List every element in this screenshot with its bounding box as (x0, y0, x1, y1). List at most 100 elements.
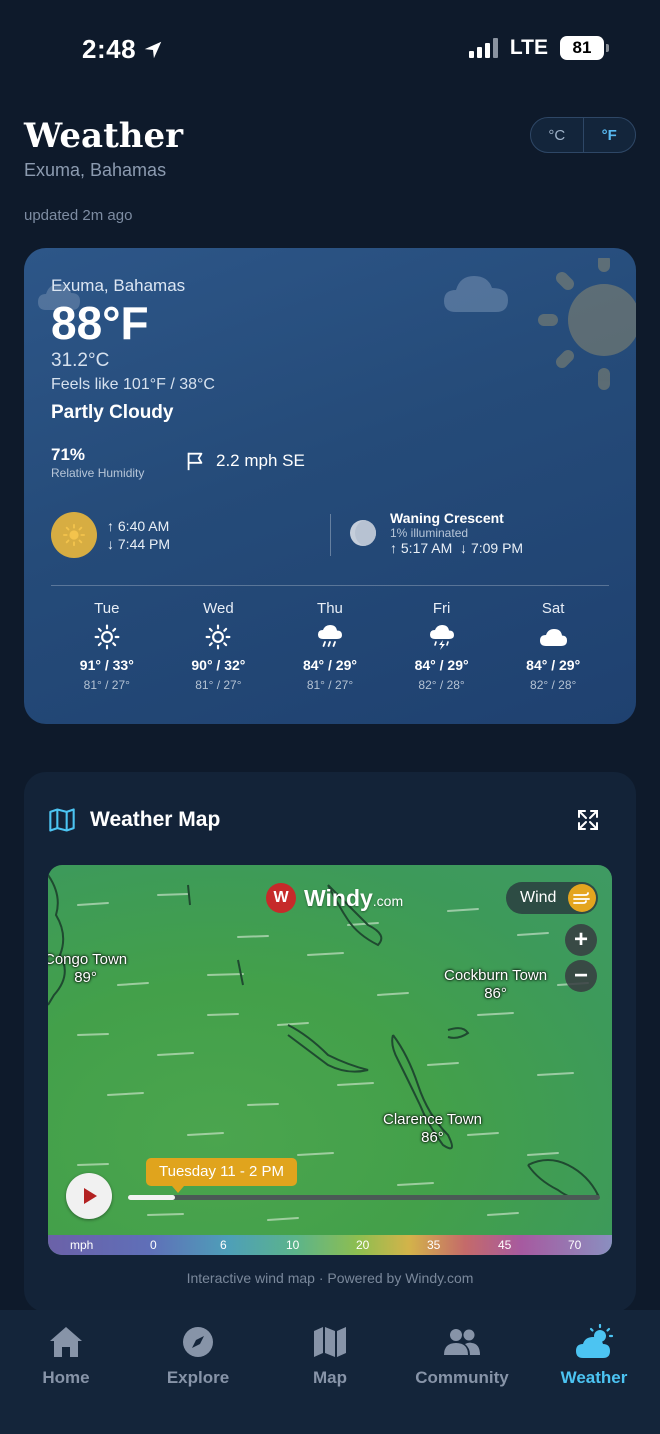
tab-label: Map (313, 1368, 347, 1387)
tab-explore[interactable]: Explore (132, 1310, 264, 1434)
moonset-arrow-icon: ↓ (456, 540, 471, 556)
place-temp: 89° (74, 969, 97, 986)
place-name: Clarence Town (383, 1111, 482, 1128)
rain-cloud-icon (317, 625, 342, 647)
page-subtitle: Exuma, Bahamas (24, 160, 167, 180)
current-temp-f: 88°F (51, 297, 149, 349)
wind-speed-scale: mph 0 6 10 20 35 45 70 (48, 1235, 612, 1255)
tab-weather[interactable]: Weather (528, 1310, 660, 1434)
forecast-low: 81° / 27° (195, 678, 242, 692)
page-title: Weather (24, 116, 184, 156)
moonrise-time: 5:17 AM (400, 540, 453, 556)
forecast-day[interactable]: Sat 84° / 29° 82° / 28° (497, 600, 609, 692)
network-type: LTE (509, 36, 548, 59)
current-location: Exuma, Bahamas (51, 276, 186, 295)
divider (330, 514, 331, 556)
windy-logo-icon: W (266, 883, 296, 913)
sun-glyph-icon (63, 524, 85, 546)
tab-community[interactable]: Community (396, 1310, 528, 1434)
current-temp-c: 31.2°C (51, 350, 110, 371)
zoom-in-button[interactable]: + (565, 924, 597, 956)
wind-layer-button[interactable]: Wind (506, 882, 598, 914)
forecast-high: 90° / 32° (191, 657, 246, 673)
unit-celsius-button[interactable]: °C (531, 118, 584, 152)
unit-toggle[interactable]: °C °F (530, 117, 636, 153)
tab-label: Explore (166, 1368, 230, 1387)
home-icon (50, 1327, 82, 1357)
forecast-day[interactable]: Fri 84° / 29° 82° / 28° (386, 600, 498, 692)
scale-tick: 35 (427, 1238, 441, 1252)
status-bar: 2:48 LTE 81 (0, 0, 660, 100)
tab-map[interactable]: Map (264, 1310, 396, 1434)
moon-phase: Waning Crescent (390, 510, 504, 526)
signal-icon (468, 38, 498, 58)
sun-icon (205, 624, 231, 650)
tab-home[interactable]: Home (0, 1310, 132, 1434)
scale-tick: 0 (150, 1238, 157, 1252)
decorative-sun-icon (538, 258, 636, 390)
weather-map-header: Weather Map (48, 806, 220, 834)
wind-layer-icon (568, 884, 596, 912)
forecast-day-name: Thu (317, 600, 343, 617)
map-place-label: Cockburn Town 86° (444, 967, 547, 1003)
place-temp: 86° (484, 985, 507, 1002)
forecast-day[interactable]: Tue 91° / 33° 81° / 27° (51, 600, 163, 692)
moonrise-arrow-icon: ↑ (390, 540, 401, 556)
expand-icon[interactable] (576, 808, 600, 832)
moon-info: Waning Crescent 1% illuminated ↑ 5:17 AM… (350, 510, 523, 556)
weather-icon (576, 1324, 614, 1358)
tab-bar: Home Explore Map Community Weather (0, 1310, 660, 1434)
divider (51, 585, 609, 586)
forecast-high: 84° / 29° (302, 657, 357, 673)
zoom-out-button[interactable]: − (565, 960, 597, 992)
sunrise-sunset: ↑ 6:40 AM ↓ 7:44 PM (107, 517, 170, 553)
play-button[interactable] (66, 1173, 112, 1219)
forecast-day-name: Sat (541, 600, 565, 617)
current-condition: Partly Cloudy (51, 402, 174, 423)
forecast-low: 81° / 27° (83, 678, 130, 692)
current-weather-card: Exuma, Bahamas 88°F 31.2°C Feels like 10… (24, 248, 636, 724)
moon-times: ↑ 5:17 AM ↓ 7:09 PM (390, 540, 523, 556)
windy-brand-suffix: .com (372, 892, 404, 909)
windy-brand: W Windy.com (266, 883, 403, 913)
sunset-time: 7:44 PM (117, 536, 171, 552)
scale-tick: 10 (286, 1238, 300, 1252)
tab-label: Weather (560, 1368, 628, 1387)
scale-tick: 6 (220, 1238, 227, 1252)
forecast-day[interactable]: Wed 90° / 32° 81° / 27° (163, 600, 275, 692)
wind-layer-label: Wind (520, 889, 557, 906)
wind-info: 2.2 mph SE (184, 450, 305, 472)
weather-map-title: Weather Map (90, 808, 221, 831)
timeline-progress (128, 1195, 176, 1200)
flag-icon (187, 452, 203, 471)
sun-times: ↑ 6:40 AM ↓ 7:44 PM (51, 512, 170, 558)
play-icon (84, 1188, 97, 1204)
wind-map[interactable]: W Windy.com Wind + − Congo Town 89° Cock… (48, 865, 612, 1255)
decorative-cloud-icon (444, 276, 508, 312)
forecast-row: Tue 91° / 33° 81° / 27° Wed 90° / 32° 81… (51, 600, 609, 692)
forecast-day[interactable]: Thu 84° / 29° 81° / 27° (274, 600, 386, 692)
timeline-slider[interactable] (128, 1195, 600, 1200)
forecast-day-name: Wed (203, 600, 234, 617)
unit-fahrenheit-button[interactable]: °F (584, 118, 636, 152)
map-place-label: Clarence Town 86° (383, 1111, 482, 1147)
cloud-icon (540, 629, 568, 646)
scale-unit: mph (70, 1238, 94, 1252)
windy-brand-name: Windy (304, 884, 373, 911)
scale-tick: 70 (568, 1238, 582, 1252)
moon-icon (350, 520, 376, 546)
forecast-high: 84° / 29° (526, 657, 581, 673)
compass-icon (183, 1327, 213, 1357)
people-icon (444, 1329, 480, 1355)
tab-label: Community (415, 1368, 509, 1387)
thunderstorm-icon (429, 625, 454, 650)
timeline-label: Tuesday 11 - 2 PM (146, 1158, 298, 1193)
humidity-value: 71% (51, 445, 86, 464)
map-footer: Interactive wind map · Powered by Windy.… (186, 1270, 474, 1286)
forecast-low: 81° / 27° (306, 678, 354, 692)
forecast-low: 82° / 28° (418, 678, 465, 692)
updated-text: updated 2m ago (24, 207, 133, 224)
map-icon (49, 808, 75, 832)
location-arrow-icon (144, 41, 162, 58)
status-right: LTE 81 (468, 36, 609, 60)
